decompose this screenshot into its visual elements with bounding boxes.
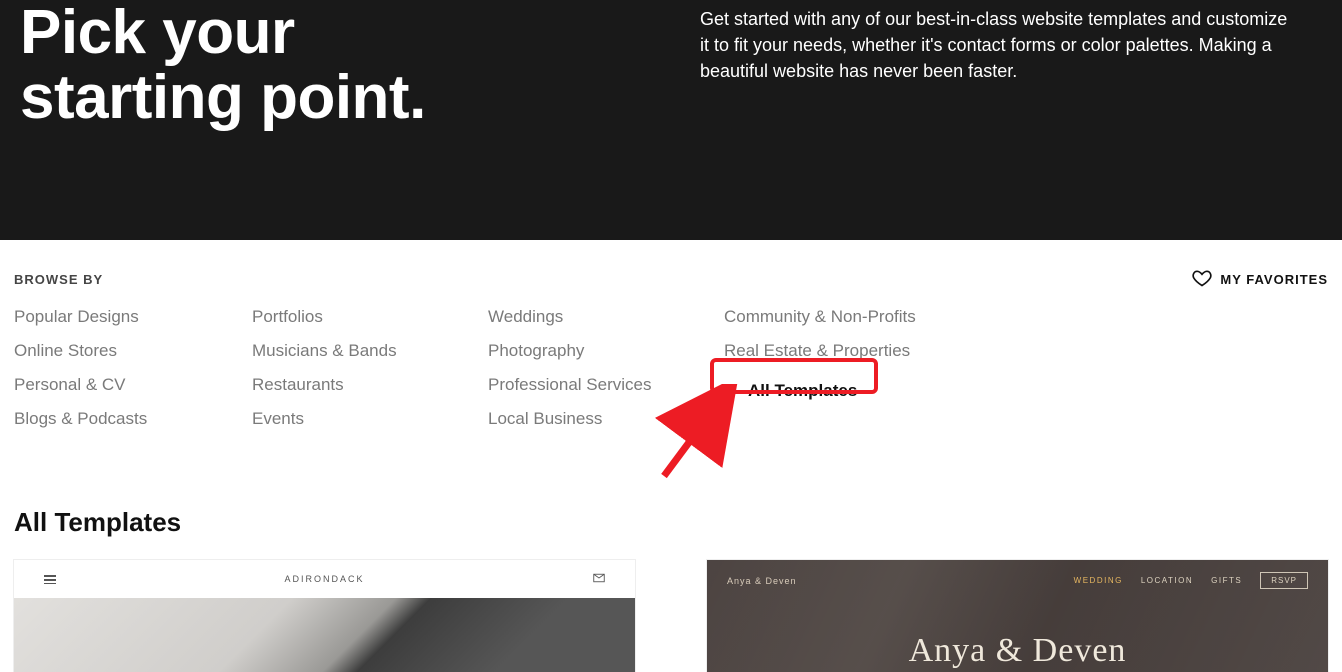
template-anya-title: Anya & Deven <box>909 632 1127 670</box>
template-anya-brand: Anya & Deven <box>727 576 797 586</box>
mail-icon <box>593 573 605 585</box>
hero-title-line2: starting point. <box>20 63 426 132</box>
all-templates-label: All Templates <box>748 381 857 401</box>
template-anya-nav-rsvp: RSVP <box>1260 572 1308 589</box>
template-card-adirondack[interactable]: ADIRONDACK <box>14 560 635 672</box>
category-portfolios[interactable]: Portfolios <box>252 307 323 327</box>
category-blogs-podcasts[interactable]: Blogs & Podcasts <box>14 409 147 429</box>
heart-icon <box>1192 268 1212 291</box>
arrow-right-icon: → <box>724 382 740 400</box>
template-adirondack-topbar: ADIRONDACK <box>14 560 635 598</box>
hero-description: Get started with any of our best-in-clas… <box>700 6 1292 84</box>
browse-header: BROWSE BY MY FAVORITES <box>14 268 1328 291</box>
templates-grid: ADIRONDACK Anya & Deven WEDDING LOCATION… <box>0 560 1342 672</box>
template-anya-nav-wedding: WEDDING <box>1074 576 1123 585</box>
category-photography[interactable]: Photography <box>488 341 584 361</box>
category-personal-cv[interactable]: Personal & CV <box>14 375 126 395</box>
category-weddings[interactable]: Weddings <box>488 307 563 327</box>
category-community-nonprofits[interactable]: Community & Non-Profits <box>724 307 916 327</box>
category-local-business[interactable]: Local Business <box>488 409 602 429</box>
category-popular-designs[interactable]: Popular Designs <box>14 307 139 327</box>
section-title: All Templates <box>0 429 1342 560</box>
my-favorites-link[interactable]: MY FAVORITES <box>1192 268 1328 291</box>
category-musicians-bands[interactable]: Musicians & Bands <box>252 341 397 361</box>
template-anya-topbar: Anya & Deven WEDDING LOCATION GIFTS RSVP <box>707 560 1328 589</box>
category-column-0: Popular Designs Online Stores Personal &… <box>14 307 252 429</box>
category-column-1: Portfolios Musicians & Bands Restaurants… <box>252 307 488 429</box>
my-favorites-label: MY FAVORITES <box>1220 272 1328 287</box>
hero-title: Pick your starting point. <box>20 0 660 130</box>
category-column-3: Community & Non-Profits Real Estate & Pr… <box>724 307 984 429</box>
browse-section: BROWSE BY MY FAVORITES Popular Designs O… <box>0 240 1342 429</box>
hero-right: Get started with any of our best-in-clas… <box>700 0 1322 130</box>
template-adirondack-image <box>14 598 635 672</box>
category-professional-services[interactable]: Professional Services <box>488 375 651 395</box>
hero-title-line1: Pick your <box>20 0 295 67</box>
template-anya-nav-gifts: GIFTS <box>1211 576 1242 585</box>
template-anya-nav-location: LOCATION <box>1141 576 1193 585</box>
template-adirondack-brand: ADIRONDACK <box>284 574 364 584</box>
hero-section: Pick your starting point. Get started wi… <box>0 0 1342 240</box>
category-restaurants[interactable]: Restaurants <box>252 375 344 395</box>
category-online-stores[interactable]: Online Stores <box>14 341 117 361</box>
template-anya-nav: WEDDING LOCATION GIFTS RSVP <box>1074 572 1308 589</box>
template-card-anya-deven[interactable]: Anya & Deven WEDDING LOCATION GIFTS RSVP… <box>707 560 1328 672</box>
category-events[interactable]: Events <box>252 409 304 429</box>
all-templates-link[interactable]: → All Templates <box>714 375 877 407</box>
hamburger-icon <box>44 575 56 584</box>
category-column-2: Weddings Photography Professional Servic… <box>488 307 724 429</box>
browse-by-label: BROWSE BY <box>14 272 103 287</box>
category-columns: Popular Designs Online Stores Personal &… <box>14 307 1328 429</box>
category-real-estate[interactable]: Real Estate & Properties <box>724 341 910 361</box>
hero-left: Pick your starting point. <box>20 0 660 130</box>
